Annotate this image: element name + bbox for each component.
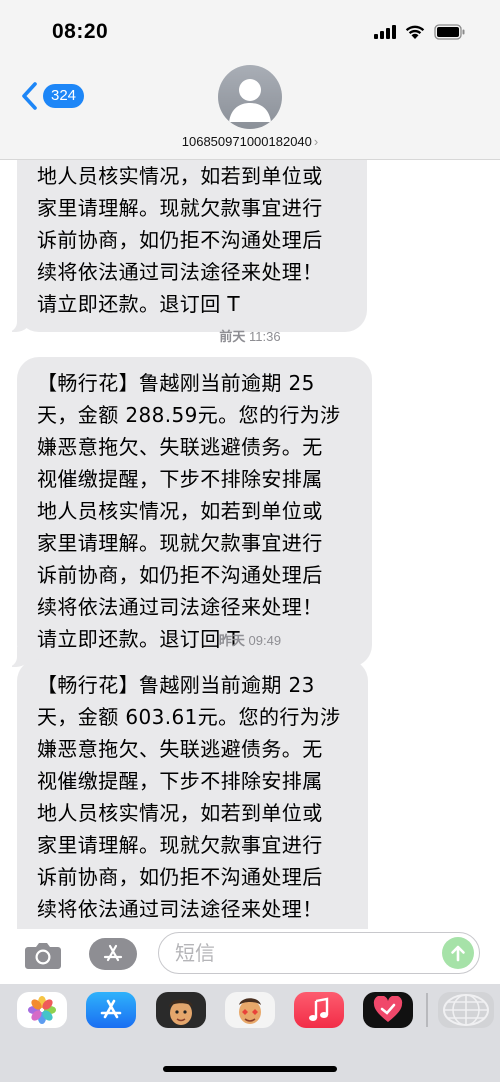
message-timestamp: 昨天 09:49: [0, 630, 500, 649]
app-store-button[interactable]: [89, 938, 137, 970]
arrow-up-icon: [451, 945, 465, 962]
message-line: 诉前协商，如仍拒不沟通处理后: [37, 865, 323, 889]
heart-icon: [373, 996, 403, 1022]
photos-icon[interactable]: [17, 992, 67, 1028]
message-line: 视催缴提醒，下步不排除安排属: [37, 467, 323, 491]
message-line: 嫌恶意拖欠、失联逃避债务。无: [37, 737, 323, 761]
message-line: 地人员核实情况，如若到单位或: [37, 801, 323, 825]
chevron-right-icon: ›: [313, 134, 319, 149]
memoji-icon[interactable]: [156, 992, 206, 1028]
back-button[interactable]: 324: [20, 82, 85, 110]
memoji-stickers-icon[interactable]: [225, 992, 275, 1028]
dock-divider: [426, 993, 428, 1027]
app-store-glyph-icon: [100, 999, 122, 1019]
status-icons: [374, 24, 466, 40]
battery-icon: [434, 24, 465, 40]
message-line: 嫌恶意拖欠、失联逃避债务。无: [37, 435, 323, 459]
unread-count-badge: 324: [43, 84, 85, 108]
contact-name[interactable]: 106850971000182040 ›: [0, 134, 500, 149]
message-line: 天，金额 603.61元。您的行为涉: [37, 705, 341, 729]
contact-avatar[interactable]: [218, 65, 282, 129]
music-note-icon: [309, 997, 329, 1021]
status-time: 08:20: [52, 20, 109, 43]
message-line: 诉前协商，如仍拒不沟通处理后: [37, 563, 323, 587]
message-input[interactable]: [175, 939, 435, 967]
message-line: 家里请理解。现就欠款事宜进行: [37, 196, 323, 220]
message-bubble[interactable]: 【畅行花】鲁越刚当前逾期 25 天，金额 288.59元。您的行为涉 嫌恶意拖欠…: [7, 357, 372, 667]
message-timestamp: 前天 11:36: [0, 326, 500, 345]
memoji-stickers-face-icon: [239, 998, 261, 1024]
message-line: 家里请理解。现就欠款事宜进行: [37, 833, 323, 857]
music-icon[interactable]: [294, 992, 344, 1028]
cellular-signal-icon: [374, 25, 396, 39]
message-bubble[interactable]: 【畅行花】鲁越刚当前逾期 23 天，金额 603.61元。您的行为涉 嫌恶意拖欠…: [17, 659, 368, 935]
timestamp-time: 09:49: [244, 633, 282, 648]
camera-icon[interactable]: [24, 940, 62, 970]
timestamp-day: 前天: [219, 330, 246, 345]
message-line: 续将依法通过司法途径来处理！: [37, 897, 323, 921]
more-apps-grid-icon: [443, 994, 489, 1026]
message-line: 视催缴提醒，下步不排除安排属: [37, 769, 323, 793]
home-indicator[interactable]: [163, 1066, 337, 1072]
message-line: 续将依法通过司法途径来处理！: [37, 260, 323, 284]
memoji-face-icon: [169, 999, 193, 1025]
app-store-glyph-icon: [103, 944, 123, 962]
app-store-icon[interactable]: [86, 992, 136, 1028]
message-line: 【畅行花】鲁越刚当前逾期 23: [37, 673, 315, 697]
message-line: 【畅行花】鲁越刚当前逾期 25: [37, 371, 315, 395]
message-input-field[interactable]: [158, 932, 480, 974]
timestamp-day: 昨天: [218, 634, 245, 649]
message-line: 地人员核实情况，如若到单位或: [37, 499, 323, 523]
more-apps-icon[interactable]: [438, 992, 494, 1028]
chevron-left-icon: [22, 82, 37, 110]
person-icon: [229, 79, 271, 122]
send-button[interactable]: [442, 937, 474, 969]
message-line: 天，金额 288.59元。您的行为涉: [37, 403, 341, 427]
message-line: 家里请理解。现就欠款事宜进行: [37, 531, 323, 555]
contact-number: 106850971000182040: [181, 134, 312, 149]
photos-flower-icon: [28, 996, 56, 1024]
message-line: 续将依法通过司法途径来处理！: [37, 595, 323, 619]
status-bar: 08:20: [0, 0, 500, 60]
heart-app-icon[interactable]: [363, 992, 413, 1028]
timestamp-time: 11:36: [245, 329, 281, 344]
message-line: 诉前协商，如仍拒不沟通处理后: [37, 228, 323, 252]
message-line: 地人员核实情况，如若到单位或: [37, 164, 323, 188]
message-line: 请立即还款。退订回 T: [37, 292, 240, 316]
wifi-icon: [405, 25, 425, 39]
